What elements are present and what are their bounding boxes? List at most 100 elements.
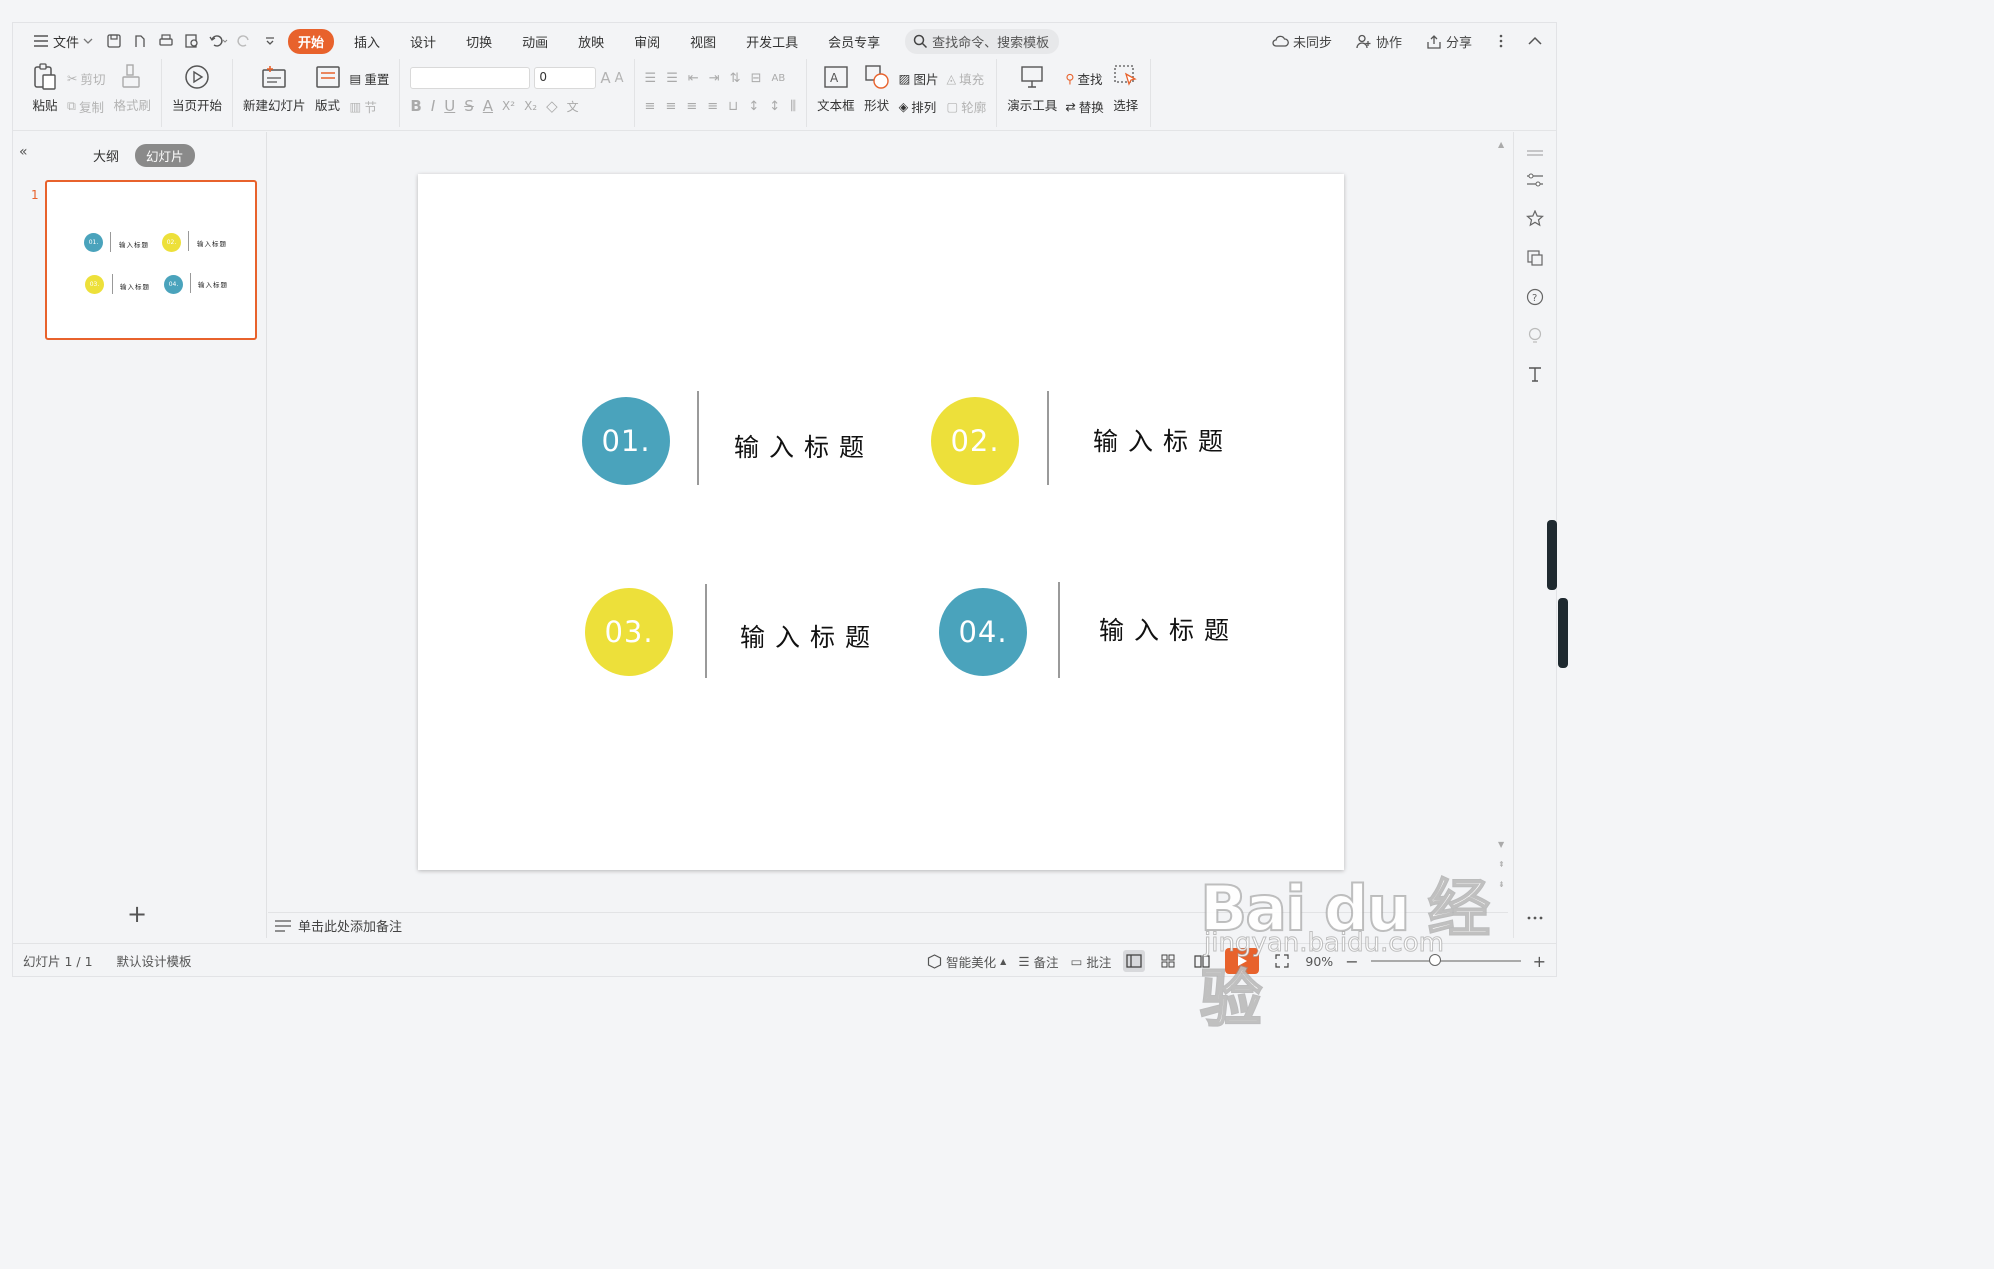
save-icon[interactable] xyxy=(103,30,125,52)
zoom-out-icon[interactable]: − xyxy=(1345,952,1358,971)
strikethrough-icon[interactable]: S xyxy=(464,97,474,115)
paste-button[interactable]: 粘贴 xyxy=(27,63,63,114)
command-search-box[interactable]: 查找命令、搜索模板 xyxy=(905,28,1060,54)
arrange-button[interactable]: ◈ 排列 xyxy=(899,95,939,117)
tab-outline[interactable]: 大纲 xyxy=(93,146,119,165)
print-preview-icon[interactable] xyxy=(181,30,203,52)
italic-icon[interactable]: I xyxy=(431,97,435,115)
divider-line-2[interactable] xyxy=(1047,391,1049,485)
tab-transition[interactable]: 切换 xyxy=(456,29,502,54)
slide-sorter-view-icon[interactable] xyxy=(1157,950,1179,972)
normal-view-icon[interactable] xyxy=(1123,950,1146,972)
divider-line-3[interactable] xyxy=(705,584,707,678)
underline-icon[interactable]: U xyxy=(444,97,455,115)
number-circle-3[interactable]: 03. xyxy=(585,588,673,676)
eraser-icon[interactable]: ◇ xyxy=(546,97,558,115)
tab-home[interactable]: 开始 xyxy=(288,28,335,54)
more-horizontal-icon[interactable] xyxy=(1524,907,1546,929)
collapse-panel-icon[interactable]: « xyxy=(19,144,28,160)
add-slide-button[interactable]: + xyxy=(127,900,147,928)
prev-slide-icon[interactable]: ⇞ xyxy=(1498,860,1505,869)
tab-design[interactable]: 设计 xyxy=(400,29,446,54)
superscript-icon[interactable]: X² xyxy=(502,99,515,113)
cut-button[interactable]: ✂ 剪切 xyxy=(67,67,106,89)
notes-bar[interactable]: 单击此处添加备注 xyxy=(268,912,1508,938)
zoom-in-icon[interactable]: + xyxy=(1533,952,1546,971)
play-current-slide-button[interactable]: 当页开始 xyxy=(168,63,226,114)
scroll-up-icon[interactable]: ▲ xyxy=(1498,140,1504,149)
side-drag-handle[interactable] xyxy=(1558,598,1568,668)
collapse-ribbon-icon[interactable] xyxy=(1524,30,1546,52)
distribute-icon[interactable]: ⊔ xyxy=(728,99,738,114)
font-size-select[interactable]: 0 xyxy=(534,67,597,89)
title-placeholder-3[interactable]: 输入标题 xyxy=(740,618,880,654)
columns-icon[interactable]: ⫼ xyxy=(790,99,796,114)
tab-review[interactable]: 审阅 xyxy=(624,29,670,54)
zoom-slider-knob[interactable] xyxy=(1428,954,1441,966)
more-vertical-icon[interactable] xyxy=(1490,30,1512,52)
sync-status-button[interactable]: 未同步 xyxy=(1266,29,1338,54)
title-placeholder-2[interactable]: 输入标题 xyxy=(1093,422,1233,458)
align-left-icon[interactable]: ≡ xyxy=(645,99,656,114)
undo-icon[interactable] xyxy=(207,30,229,52)
share-button[interactable]: 分享 xyxy=(1420,29,1478,54)
comments-button[interactable]: ▭ 批注 xyxy=(1071,952,1112,971)
number-circle-1[interactable]: 01. xyxy=(582,397,670,485)
pane-handle-icon[interactable] xyxy=(1524,142,1546,164)
slide-1[interactable]: 01. 输入标题 02. 输入标题 03. 输入标题 04. 输入标题 xyxy=(418,174,1344,870)
number-circle-2[interactable]: 02. xyxy=(931,397,1019,485)
properties-sliders-icon[interactable] xyxy=(1524,169,1546,191)
select-button[interactable]: 选择 xyxy=(1108,63,1144,114)
align-right-icon[interactable]: ≡ xyxy=(686,99,697,114)
tab-slideshow[interactable]: 放映 xyxy=(568,29,614,54)
fill-button[interactable]: ◬ 填充 xyxy=(946,67,986,89)
decrease-font-icon[interactable]: A xyxy=(615,67,624,89)
font-family-select[interactable] xyxy=(410,67,531,89)
reset-button[interactable]: ▤ 重置 xyxy=(350,67,390,89)
title-placeholder-4[interactable]: 输入标题 xyxy=(1099,611,1239,647)
print-icon[interactable] xyxy=(155,30,177,52)
paragraph-spacing-icon[interactable]: ↕ xyxy=(769,99,780,114)
outline-button[interactable]: ▢ 轮廓 xyxy=(946,95,986,117)
slide-thumbnail[interactable]: 01. 输入标题 02. 输入标题 03. 输入标题 04. 输入标题 xyxy=(45,180,257,340)
align-text-icon[interactable]: ⊟ xyxy=(751,71,762,86)
copy-button[interactable]: ⧉ 复制 xyxy=(67,95,106,117)
increase-font-icon[interactable]: A xyxy=(600,67,610,89)
tab-insert[interactable]: 插入 xyxy=(344,29,390,54)
side-drag-handle[interactable] xyxy=(1547,520,1557,590)
title-placeholder-1[interactable]: 输入标题 xyxy=(734,428,874,464)
tab-view[interactable]: 视图 xyxy=(680,29,726,54)
align-center-icon[interactable]: ≡ xyxy=(665,99,676,114)
section-button[interactable]: ▥ 节 xyxy=(350,95,390,117)
subscript-icon[interactable]: X₂ xyxy=(524,99,537,113)
picture-button[interactable]: ▨ 图片 xyxy=(899,67,939,89)
bold-icon[interactable]: B xyxy=(410,97,421,115)
tab-slides[interactable]: 幻灯片 xyxy=(135,144,195,167)
font-color-icon[interactable]: A xyxy=(483,97,493,115)
convert-smartart-icon[interactable]: AB xyxy=(771,73,785,84)
file-menu[interactable]: 文件 xyxy=(27,29,99,54)
bullet-list-icon[interactable]: ☰ xyxy=(645,71,657,86)
find-button[interactable]: ⚲ 查找 xyxy=(1065,67,1104,89)
increase-indent-icon[interactable]: ⇥ xyxy=(709,71,720,86)
reading-view-icon[interactable] xyxy=(1191,950,1213,972)
smart-beautify-button[interactable]: 智能美化 ▲ xyxy=(927,952,1006,971)
phonetic-icon[interactable]: 文 xyxy=(567,98,579,115)
template-name[interactable]: 默认设计模板 xyxy=(117,951,192,970)
shape-button[interactable]: 形状 xyxy=(859,63,895,114)
numbered-list-icon[interactable]: ☰ xyxy=(666,71,678,86)
lightbulb-icon[interactable] xyxy=(1524,325,1546,347)
new-slide-button[interactable]: 新建幻灯片 xyxy=(239,63,310,114)
replace-button[interactable]: ⇄ 替换 xyxy=(1065,95,1104,117)
collaborate-button[interactable]: 协作 xyxy=(1350,29,1408,54)
tab-member[interactable]: 会员专享 xyxy=(818,29,890,54)
decrease-indent-icon[interactable]: ⇤ xyxy=(688,71,699,86)
divider-line-4[interactable] xyxy=(1058,582,1060,678)
layout-button[interactable]: 版式 xyxy=(310,63,346,114)
fit-to-window-icon[interactable] xyxy=(1271,950,1293,972)
scroll-down-icon[interactable]: ▼ xyxy=(1498,840,1504,849)
play-slideshow-button[interactable] xyxy=(1225,948,1260,974)
text-direction-icon[interactable]: ⇅ xyxy=(730,71,741,86)
vertical-scrollbar[interactable]: ▲ ▼ ⇞ ⇟ xyxy=(1496,140,1508,910)
tab-developer[interactable]: 开发工具 xyxy=(736,29,808,54)
